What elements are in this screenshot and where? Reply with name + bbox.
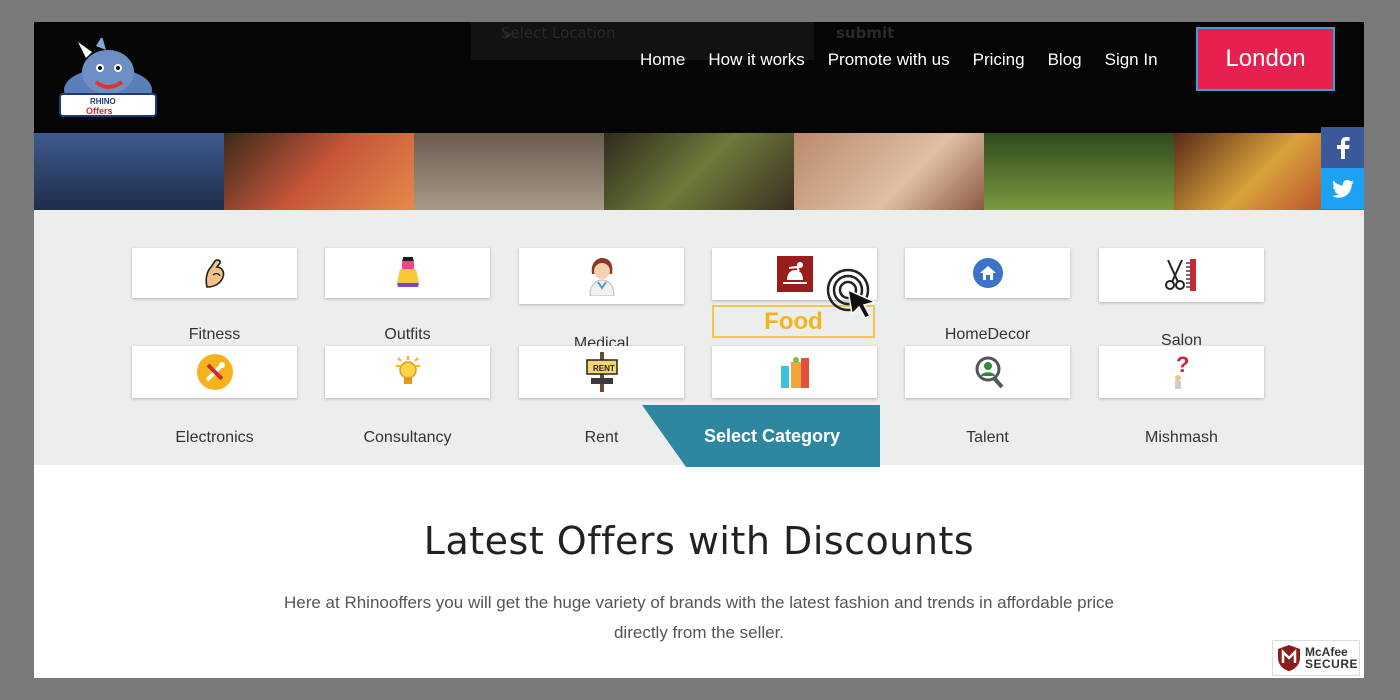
category-section: Fitness Outfits Medical Food HomeDecor S…: [34, 210, 1364, 467]
category-label-outfits: Outfits: [384, 326, 431, 343]
outfit-icon: [396, 257, 419, 287]
logo-text-bottom: Offers: [86, 106, 113, 116]
nav-home[interactable]: Home: [640, 49, 685, 71]
offers-description: Here at Rhinooffers you will get the hug…: [283, 593, 1115, 642]
category-card-rent[interactable]: RENT: [519, 346, 684, 398]
select-category-label: Select Category: [703, 425, 841, 446]
mcafee-secure-badge[interactable]: McAfee SECURE: [1272, 640, 1360, 676]
offers-title: Latest Offers with Discounts: [423, 519, 975, 563]
category-card-salon[interactable]: [1099, 248, 1264, 302]
rent-sign-icon: RENT: [585, 352, 618, 392]
select-category-button[interactable]: Select Category: [642, 405, 880, 467]
category-label-consultancy: Consultancy: [363, 429, 452, 446]
banner-image-drinks: [604, 133, 794, 210]
chevron-down-icon: ⌄: [501, 22, 515, 41]
submit-button[interactable]: submit: [836, 24, 894, 42]
svg-text:?: ?: [1176, 354, 1189, 377]
nav-promote[interactable]: Promote with us: [828, 49, 950, 71]
mcafee-line2: SECURE: [1305, 657, 1359, 671]
question-person-icon: ?: [1174, 354, 1189, 389]
category-label-talent: Talent: [966, 429, 1009, 446]
click-cursor-icon: [826, 268, 878, 319]
category-label-mishmash: Mishmash: [1145, 429, 1218, 446]
category-card-fitness[interactable]: [132, 248, 297, 298]
nav-sign-in[interactable]: Sign In: [1105, 49, 1158, 71]
grocery-icon: [780, 357, 809, 388]
doctor-icon: [588, 258, 615, 296]
category-label-homedecor: HomeDecor: [944, 326, 1031, 343]
lightbulb-icon: [395, 356, 420, 384]
tools-icon: [196, 354, 233, 390]
category-card-electronics[interactable]: [132, 346, 297, 398]
category-card-mishmash[interactable]: ?: [1099, 346, 1264, 398]
nav-blog[interactable]: Blog: [1048, 49, 1082, 71]
category-card-medical[interactable]: [519, 248, 684, 304]
category-card-consultancy[interactable]: [325, 346, 490, 398]
category-card-grocery[interactable]: [712, 346, 877, 398]
site-header: RHINO Offers Select Location ⌄ submit Ho…: [34, 22, 1364, 133]
banner-image-food: [224, 133, 414, 210]
banner-image-spa: [794, 133, 984, 210]
rhino-offers-logo[interactable]: RHINO Offers: [56, 36, 160, 120]
food-icon: [776, 256, 813, 292]
mcafee-shield-icon: [1278, 645, 1300, 671]
bicep-icon: [204, 259, 224, 288]
browser-viewport: RHINO Offers Select Location ⌄ submit Ho…: [34, 22, 1364, 678]
category-card-talent[interactable]: [905, 346, 1070, 398]
facebook-icon[interactable]: [1321, 127, 1364, 168]
main-nav: Home How it works Promote with us Pricin…: [640, 49, 1181, 71]
svg-text:RENT: RENT: [593, 364, 615, 373]
twitter-icon[interactable]: [1321, 168, 1364, 209]
category-label-electronics: Electronics: [175, 429, 254, 446]
banner-image-phone: [414, 133, 604, 210]
city-button[interactable]: London: [1196, 27, 1335, 91]
logo-text-top: RHINO: [90, 97, 116, 106]
banner-image-garden: [984, 133, 1174, 210]
scissors-comb-icon: [1164, 259, 1196, 291]
category-card-outfits[interactable]: [325, 248, 490, 298]
nav-how-it-works[interactable]: How it works: [708, 49, 804, 71]
talent-search-icon: [975, 356, 1003, 389]
banner-image-city: [34, 133, 224, 210]
hero-banner: [34, 133, 1364, 210]
nav-pricing[interactable]: Pricing: [973, 49, 1025, 71]
category-card-homedecor[interactable]: [905, 248, 1070, 298]
home-icon: [972, 258, 1003, 288]
category-label-fitness: Fitness: [188, 326, 241, 343]
